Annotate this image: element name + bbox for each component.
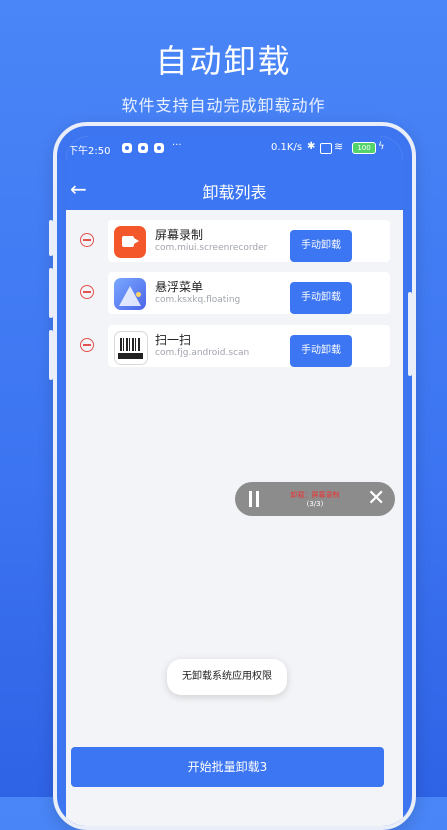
status-bar: 下午2:50 ··· 0.1K/s ✱ ≋ 100 ϟ [66,140,403,158]
floater-progress: (3/3) [306,500,324,508]
manual-uninstall-button[interactable]: 手动卸载 [290,335,352,367]
batch-uninstall-button[interactable]: 开始批量卸载3 [71,747,384,787]
list-item: 屏幕录制 com.miui.screenrecorder 手动卸载 [66,220,403,264]
notification-icon [138,143,148,153]
battery-icon: 100 [352,142,376,154]
manual-uninstall-button[interactable]: 手动卸载 [290,230,352,262]
floater-status: 卸载：屏幕录制 [290,491,340,499]
manual-uninstall-button[interactable]: 手动卸载 [290,282,352,314]
screen-recorder-icon [114,226,146,258]
app-package: com.ksxkq.floating [155,295,241,305]
notification-icon [122,143,132,153]
volume-button [49,220,53,256]
remove-icon[interactable] [80,338,94,352]
list-item: 悬浮菜单 com.ksxkq.floating 手动卸载 [66,272,403,316]
sim-icon [320,143,332,154]
hero-title: 自动卸载 [155,42,292,80]
net-speed: 0.1K/s [271,142,303,153]
bluetooth-icon: ✱ [307,141,316,152]
more-notifications-icon: ··· [172,140,182,151]
phone-frame: 下午2:50 ··· 0.1K/s ✱ ≋ 100 ϟ ← 卸载列表 屏幕录制 … [53,122,416,830]
uninstall-floater: 卸载：屏幕录制 (3/3) ✕ [235,482,395,516]
hero-subtitle: 软件支持自动完成卸载动作 [121,96,326,115]
volume-button [49,330,53,380]
remove-icon[interactable] [80,285,94,299]
remove-icon[interactable] [80,233,94,247]
charging-icon: ϟ [378,141,385,152]
list-item: 扫一扫 com.fjg.android.scan 手动卸载 [66,325,403,369]
close-icon[interactable]: ✕ [367,486,385,512]
app-header: 下午2:50 ··· 0.1K/s ✱ ≋ 100 ϟ ← 卸载列表 [66,136,403,210]
toast-message: 无卸载系统应用权限 [167,659,287,695]
app-name: 扫一扫 [155,333,192,347]
volume-button [49,268,53,318]
app-package: com.fjg.android.scan [155,348,250,358]
status-time: 下午2:50 [68,146,111,157]
barcode-scan-icon [114,331,148,365]
notification-icon [154,143,164,153]
power-button [408,292,412,376]
app-package: com.miui.screenrecorder [155,243,268,253]
pause-icon[interactable] [247,491,261,507]
page-title: 卸载列表 [202,183,267,202]
phone-screen: 下午2:50 ··· 0.1K/s ✱ ≋ 100 ϟ ← 卸载列表 屏幕录制 … [66,136,403,826]
app-name: 悬浮菜单 [155,280,204,294]
wifi-icon: ≋ [334,140,344,153]
floating-menu-icon [114,278,146,310]
app-name: 屏幕录制 [155,228,204,242]
